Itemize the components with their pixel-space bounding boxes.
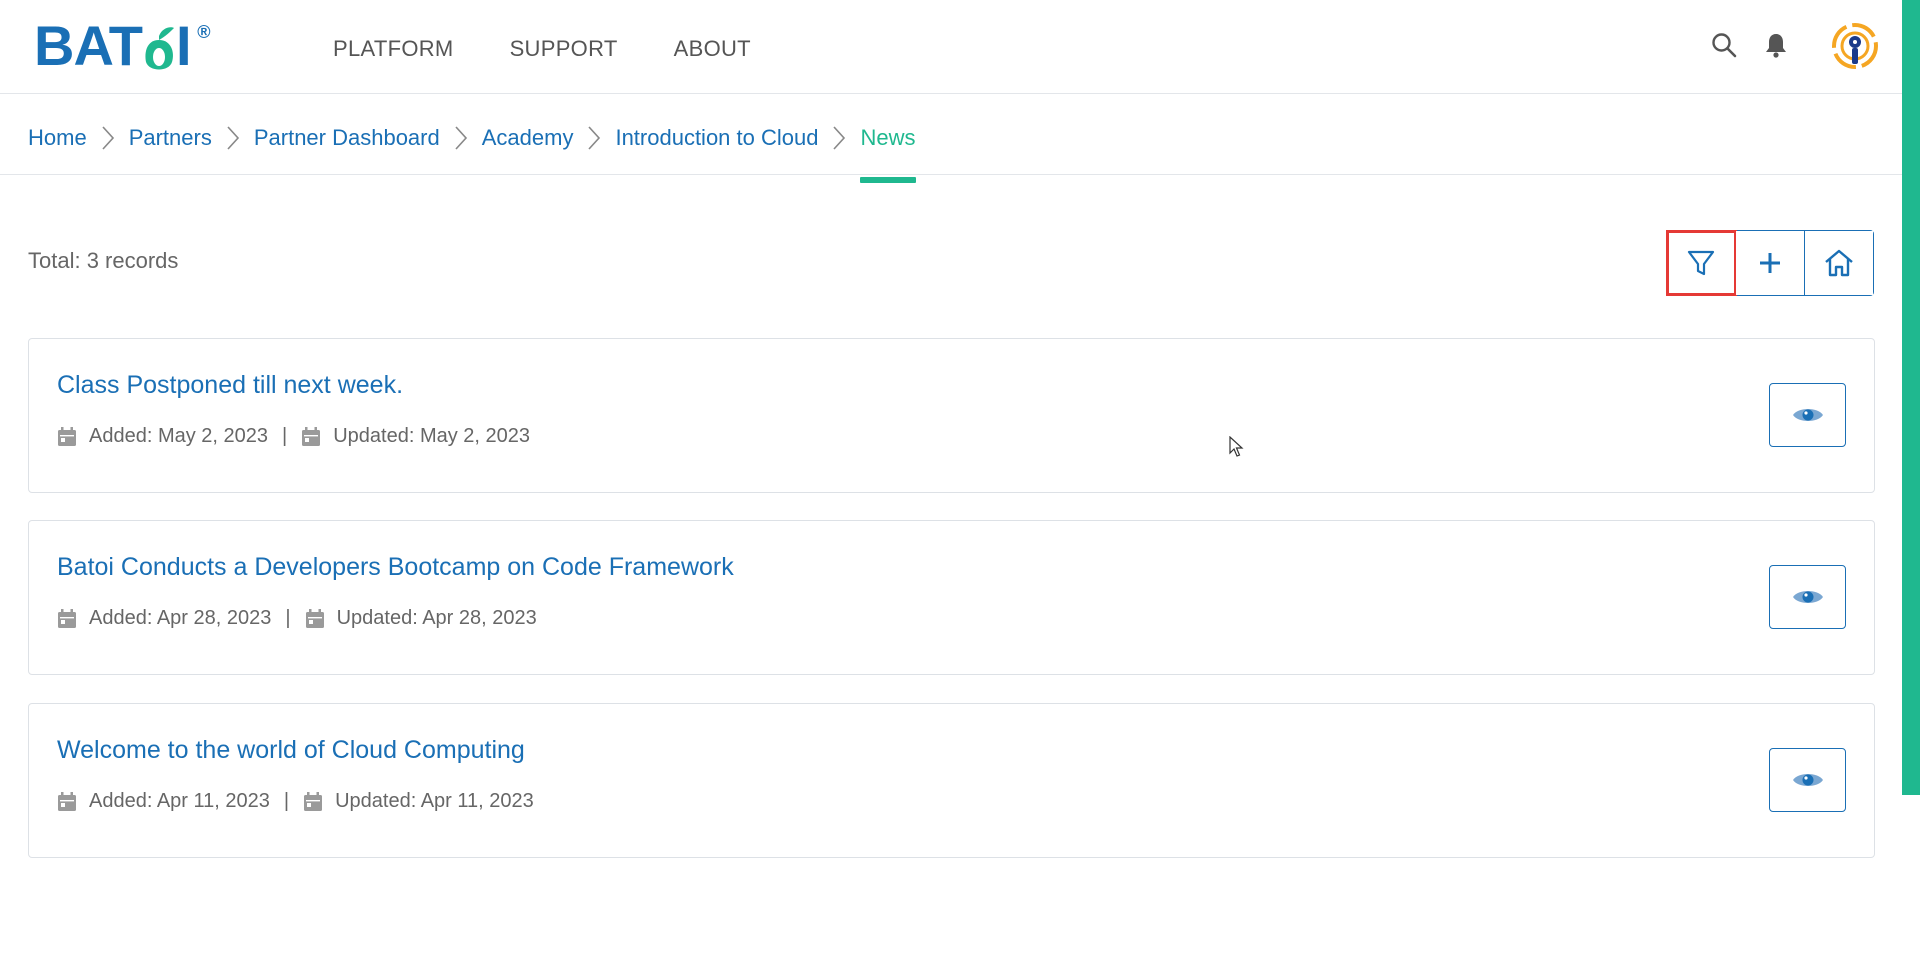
calendar-icon xyxy=(305,608,325,629)
record-meta: Added: May 2, 2023 | Updated: May 2, 202… xyxy=(57,425,530,448)
updated-date: Updated: May 2, 2023 xyxy=(333,425,531,447)
calendar-icon xyxy=(303,791,323,812)
record-meta: Added: Apr 11, 2023 | Updated: Apr 11, 2… xyxy=(57,790,534,813)
breadcrumb-home[interactable]: Home xyxy=(28,125,87,151)
total-records: Total: 3 records xyxy=(28,248,179,273)
breadcrumb-partner-dashboard[interactable]: Partner Dashboard xyxy=(254,125,440,151)
logo-text: BAT xyxy=(34,14,143,77)
home-button[interactable] xyxy=(1805,231,1873,295)
nav-platform[interactable]: PLATFORM xyxy=(333,36,454,62)
calendar-icon xyxy=(57,426,77,447)
logo-leaf-icon xyxy=(145,27,174,70)
scroll-accent-bar xyxy=(1902,0,1920,795)
record-title[interactable]: Batoi Conducts a Developers Bootcamp on … xyxy=(57,553,734,582)
record-title[interactable]: Class Postponed till next week. xyxy=(57,371,403,400)
meta-separator: | xyxy=(285,607,291,629)
breadcrumb-news: News xyxy=(860,125,916,183)
added-date: Added: Apr 11, 2023 xyxy=(89,790,270,812)
record-meta: Added: Apr 28, 2023 | Updated: Apr 28, 2… xyxy=(57,607,537,630)
breadcrumb-introduction-to-cloud[interactable]: Introduction to Cloud xyxy=(615,125,818,151)
meta-separator: | xyxy=(283,790,290,812)
breadcrumb: Home Partners Partner Dashboard Academy … xyxy=(28,118,916,183)
chevron-right-icon xyxy=(818,123,860,153)
calendar-icon xyxy=(57,791,77,812)
main-nav: PLATFORM SUPPORT ABOUT xyxy=(333,36,751,62)
toolbar-buttons xyxy=(1666,230,1874,296)
home-icon xyxy=(1825,249,1853,277)
view-button[interactable] xyxy=(1769,565,1846,629)
eye-icon xyxy=(1792,591,1823,603)
eye-icon xyxy=(1792,774,1823,786)
chevron-right-icon xyxy=(440,123,482,153)
updated-date: Updated: Apr 11, 2023 xyxy=(335,790,534,812)
list-item: Batoi Conducts a Developers Bootcamp on … xyxy=(28,520,1875,675)
chevron-right-icon xyxy=(573,123,615,153)
logo-text-i: I xyxy=(175,14,192,77)
breadcrumb-academy[interactable]: Academy xyxy=(482,125,574,151)
plus-icon xyxy=(1760,253,1780,273)
nav-about[interactable]: ABOUT xyxy=(674,36,751,62)
filter-icon xyxy=(1687,250,1715,276)
bell-icon[interactable] xyxy=(1761,30,1791,60)
batoi-logo[interactable]: BAT I ® xyxy=(34,14,211,77)
search-icon[interactable] xyxy=(1709,30,1739,60)
top-header: BAT I ® PLATFORM SUPPORT ABOUT xyxy=(0,0,1902,94)
updated-date: Updated: Apr 28, 2023 xyxy=(336,607,537,629)
breadcrumb-partners[interactable]: Partners xyxy=(129,125,212,151)
mouse-cursor-icon xyxy=(1229,436,1244,457)
calendar-icon xyxy=(301,426,321,447)
view-button[interactable] xyxy=(1769,383,1846,447)
list-item: Welcome to the world of Cloud Computing … xyxy=(28,703,1875,858)
nav-support[interactable]: SUPPORT xyxy=(510,36,618,62)
chevron-right-icon xyxy=(87,123,129,153)
logo-registered: ® xyxy=(197,22,211,42)
added-date: Added: Apr 28, 2023 xyxy=(89,607,272,629)
meta-separator: | xyxy=(282,425,288,447)
view-button[interactable] xyxy=(1769,748,1846,812)
added-date: Added: May 2, 2023 xyxy=(89,425,269,447)
filter-button[interactable] xyxy=(1666,230,1737,296)
list-item: Class Postponed till next week. Added: M… xyxy=(28,338,1875,493)
calendar-icon xyxy=(57,608,77,629)
chevron-right-icon xyxy=(212,123,254,153)
breadcrumb-divider xyxy=(0,174,1902,175)
add-button[interactable] xyxy=(1736,231,1805,295)
record-title[interactable]: Welcome to the world of Cloud Computing xyxy=(57,736,525,765)
eye-icon xyxy=(1792,409,1823,421)
avatar[interactable] xyxy=(1831,22,1879,70)
